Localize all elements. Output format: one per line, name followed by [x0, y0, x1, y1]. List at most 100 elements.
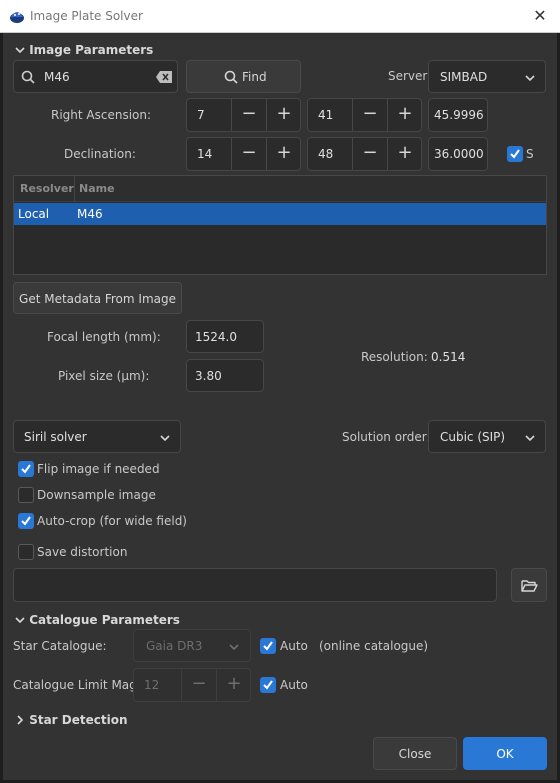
browse-folder-button[interactable] — [511, 568, 547, 602]
search-icon — [224, 70, 238, 84]
resolver-cell: Local — [18, 207, 50, 221]
limit-mag-decrement-button[interactable]: − — [181, 669, 216, 701]
downsample-checkbox[interactable] — [18, 487, 34, 503]
auto-crop-checkbox[interactable] — [18, 513, 34, 529]
dec-degrees-decrement-button[interactable]: − — [231, 138, 266, 170]
focal-length-input[interactable]: 1524.0 — [186, 320, 264, 353]
limit-mag-auto-label: Auto — [280, 678, 308, 692]
chevron-down-icon — [15, 47, 25, 54]
downsample-label: Downsample image — [37, 488, 156, 502]
limit-mag-spinner[interactable]: 12 − + — [133, 668, 251, 702]
star-catalogue-auto-checkbox[interactable] — [260, 638, 276, 654]
column-divider — [74, 176, 75, 202]
chevron-down-icon — [525, 435, 535, 442]
find-label: Find — [242, 70, 267, 84]
star-catalogue-auto-label: Auto — [280, 639, 308, 653]
resolution-value: 0.514 — [431, 350, 466, 364]
save-distortion-label: Save distortion — [37, 545, 128, 559]
solver-dropdown[interactable]: Siril solver — [13, 420, 181, 453]
get-metadata-label: Get Metadata From Image — [19, 292, 176, 306]
ra-minutes-increment-button[interactable]: + — [387, 99, 422, 131]
search-icon — [21, 70, 35, 84]
clear-input-icon[interactable] — [156, 71, 172, 83]
window-title: Image Plate Solver — [30, 9, 143, 23]
ok-button[interactable]: OK — [463, 737, 547, 770]
checkmark-icon — [263, 641, 273, 651]
ra-hours-spinner[interactable]: 7 − + — [186, 98, 301, 132]
dec-label: Declination: — [64, 147, 136, 161]
plate-solver-dialog: Image Parameters M46 Find Server: SIMBAD… — [3, 33, 557, 780]
limit-mag-value: 12 — [144, 678, 160, 692]
south-label: S — [526, 147, 534, 161]
star-catalogue-label: Star Catalogue: — [13, 639, 107, 653]
checkmark-icon — [263, 680, 273, 690]
focal-length-label: Focal length (mm): — [47, 330, 161, 344]
ra-seconds-value: 45.9996 — [434, 108, 484, 122]
image-parameters-header: Image Parameters — [29, 43, 154, 57]
flip-image-checkbox[interactable] — [18, 461, 34, 477]
ra-minutes-decrement-button[interactable]: − — [352, 99, 387, 131]
resolution-label: Resolution: — [361, 350, 428, 364]
close-button[interactable]: Close — [373, 737, 457, 770]
chevron-down-icon — [160, 435, 170, 442]
ra-hours-increment-button[interactable]: + — [266, 99, 301, 131]
distortion-file-input[interactable] — [13, 568, 497, 602]
checkmark-icon — [510, 149, 520, 159]
ra-minutes-spinner[interactable]: 41 − + — [307, 98, 422, 132]
server-dropdown[interactable]: SIMBAD — [428, 60, 546, 93]
ra-hours-value: 7 — [197, 108, 205, 122]
south-checkbox[interactable] — [507, 146, 523, 162]
dec-minutes-decrement-button[interactable]: − — [352, 138, 387, 170]
dec-degrees-increment-button[interactable]: + — [266, 138, 301, 170]
name-cell: M46 — [77, 207, 103, 221]
ra-seconds-input[interactable]: 45.9996 — [428, 98, 488, 132]
column-header-name[interactable]: Name — [79, 182, 115, 195]
pixel-size-input[interactable]: 3.80 — [186, 359, 264, 392]
limit-mag-increment-button[interactable]: + — [216, 669, 251, 701]
table-row[interactable]: Local M46 — [14, 203, 546, 225]
dec-seconds-input[interactable]: 36.0000 — [428, 137, 488, 171]
checkmark-icon — [21, 516, 31, 526]
chevron-down-icon — [15, 617, 25, 624]
online-catalogue-note: (online catalogue) — [319, 639, 429, 653]
column-header-resolver[interactable]: Resolver — [20, 182, 74, 195]
focal-length-value: 1524.0 — [195, 330, 237, 344]
server-label: Server: — [388, 69, 432, 83]
ra-hours-decrement-button[interactable]: − — [231, 99, 266, 131]
star-detection-expander[interactable]: Star Detection — [15, 713, 127, 727]
star-catalogue-value: Gaia DR3 — [146, 639, 203, 653]
server-value: SIMBAD — [440, 70, 488, 84]
pixel-size-label: Pixel size (µm): — [58, 369, 150, 383]
ra-minutes-value: 41 — [318, 108, 334, 122]
star-detection-header: Star Detection — [29, 713, 128, 727]
pixel-size-value: 3.80 — [195, 369, 222, 383]
catalogue-parameters-header: Catalogue Parameters — [29, 613, 180, 627]
solution-order-value: Cubic (SIP) — [440, 430, 506, 444]
catalogue-parameters-expander[interactable]: Catalogue Parameters — [15, 613, 180, 627]
get-metadata-button[interactable]: Get Metadata From Image — [13, 282, 182, 314]
solution-order-dropdown[interactable]: Cubic (SIP) — [428, 420, 546, 453]
resolver-table: Resolver Name Local M46 — [13, 175, 547, 275]
object-search-input[interactable]: M46 — [13, 60, 178, 93]
siril-app-icon — [10, 12, 24, 23]
flip-image-label: Flip image if needed — [37, 462, 160, 476]
folder-open-icon — [521, 580, 538, 592]
image-parameters-expander[interactable]: Image Parameters — [15, 43, 153, 57]
ra-label: Right Ascension: — [51, 108, 152, 122]
limit-mag-auto-checkbox[interactable] — [260, 677, 276, 693]
auto-crop-label: Auto-crop (for wide field) — [37, 514, 187, 528]
chevron-down-icon — [525, 75, 535, 82]
close-window-icon[interactable]: ✕ — [530, 6, 550, 26]
dec-minutes-value: 48 — [318, 147, 334, 161]
dec-minutes-spinner[interactable]: 48 − + — [307, 137, 422, 171]
dec-minutes-increment-button[interactable]: + — [387, 138, 422, 170]
close-label: Close — [398, 747, 432, 761]
solver-value: Siril solver — [24, 430, 87, 444]
save-distortion-checkbox[interactable] — [18, 544, 34, 560]
find-button[interactable]: Find — [186, 60, 301, 93]
dec-degrees-value: 14 — [197, 147, 213, 161]
checkmark-icon — [21, 464, 31, 474]
dec-seconds-value: 36.0000 — [434, 147, 484, 161]
dec-degrees-spinner[interactable]: 14 − + — [186, 137, 301, 171]
star-catalogue-dropdown[interactable]: Gaia DR3 — [133, 629, 251, 662]
